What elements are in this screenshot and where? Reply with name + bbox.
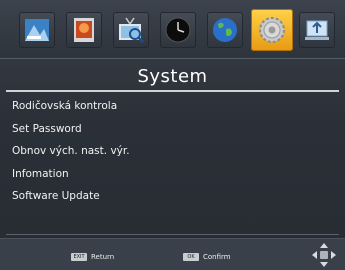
bottom-divider xyxy=(6,234,339,235)
menu-item-set-password[interactable]: Set Password xyxy=(0,118,345,141)
tab-usb[interactable] xyxy=(299,12,335,48)
search-tv-tab-icon xyxy=(119,17,144,43)
globe-tab-icon xyxy=(213,18,237,42)
exit-key-icon: EXIT xyxy=(71,253,87,261)
navigation-dpad-icon xyxy=(312,243,336,267)
menu-item-information[interactable]: Infomation xyxy=(0,163,345,186)
clock-tab-icon xyxy=(165,17,191,43)
page-title: System xyxy=(137,66,208,87)
tab-image[interactable] xyxy=(66,12,102,48)
ok-key-icon: OK xyxy=(183,253,199,261)
system-tab-icon xyxy=(259,17,285,43)
return-label: Return xyxy=(91,253,115,261)
tab-channel-search[interactable] xyxy=(113,12,149,48)
menu-item-software-update[interactable]: Software Update xyxy=(0,185,345,208)
confirm-label: Confirm xyxy=(203,253,231,261)
tab-picture[interactable] xyxy=(19,12,55,48)
footer-hint-bar: EXIT Return OK Confirm xyxy=(0,238,345,270)
return-hint[interactable]: EXIT Return xyxy=(71,252,114,262)
system-menu-screen: System Rodičovská kontrola Set Password … xyxy=(0,0,345,270)
usb-tab-icon xyxy=(305,20,329,40)
confirm-hint[interactable]: OK Confirm xyxy=(183,252,231,262)
tab-language[interactable] xyxy=(207,12,243,48)
tab-time[interactable] xyxy=(160,12,196,48)
menu-item-factory-reset[interactable]: Obnov vých. nast. výr. xyxy=(0,140,345,163)
menu-item-parental-control[interactable]: Rodičovská kontrola xyxy=(0,95,345,118)
tab-system[interactable] xyxy=(251,9,293,51)
top-divider xyxy=(6,90,339,92)
category-tab-bar xyxy=(0,0,345,59)
picture-tab-icon xyxy=(25,19,49,41)
system-menu-list: Rodičovská kontrola Set Password Obnov v… xyxy=(0,95,345,208)
image-edit-tab-icon xyxy=(74,18,94,42)
